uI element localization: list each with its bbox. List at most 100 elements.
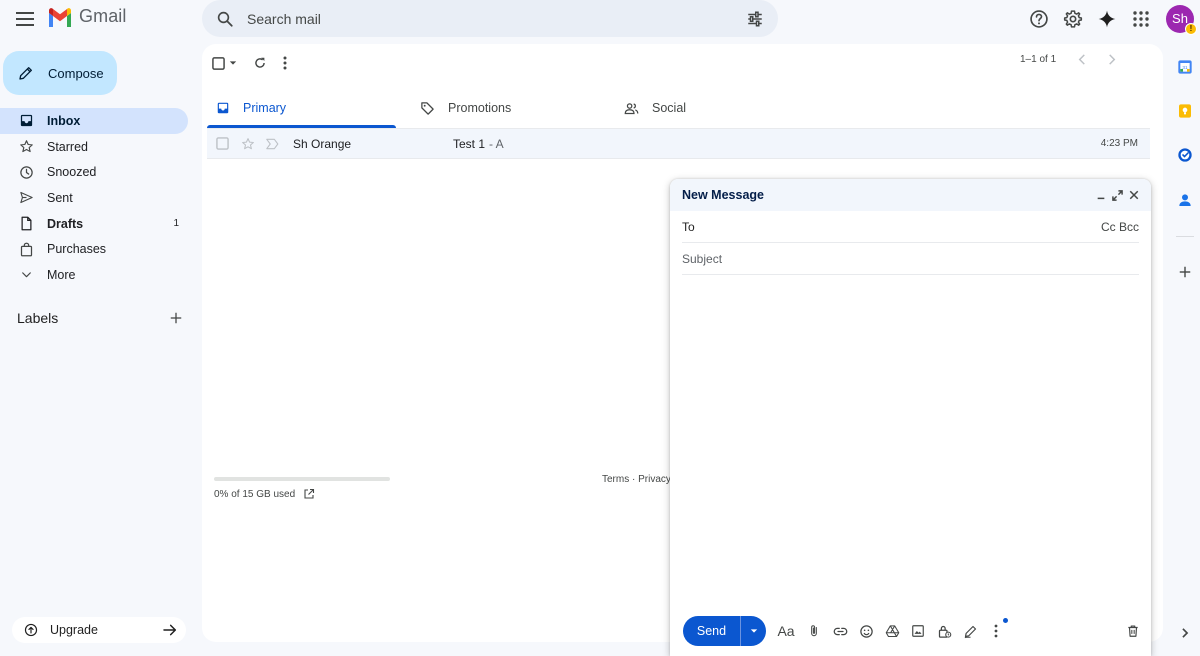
newer-button[interactable] — [1078, 54, 1086, 65]
avatar[interactable]: Sh ! — [1166, 4, 1197, 35]
full-screen-button[interactable] — [1112, 189, 1123, 201]
tag-icon — [421, 101, 434, 115]
insert-photo-button[interactable] — [910, 623, 926, 639]
search-icon[interactable] — [216, 10, 234, 28]
sidebar-item-label: Starred — [47, 139, 88, 154]
row-important-button[interactable] — [265, 138, 279, 150]
minimize-button[interactable] — [1096, 190, 1106, 200]
image-icon — [912, 625, 924, 637]
contacts-app-button[interactable] — [1176, 191, 1194, 209]
more-vertical-icon — [283, 56, 287, 70]
inbox-icon — [217, 102, 229, 114]
pencil-icon — [19, 67, 32, 80]
drafts-count: 1 — [173, 218, 179, 230]
to-field[interactable]: To Cc Bcc — [682, 211, 1139, 243]
search-options-icon[interactable] — [746, 10, 764, 28]
hamburger-icon — [16, 12, 34, 26]
tab-primary[interactable]: Primary — [207, 88, 411, 128]
message-body[interactable] — [682, 279, 1139, 606]
send-options-button[interactable] — [740, 616, 766, 646]
pen-icon — [964, 625, 976, 638]
insert-emoji-button[interactable] — [858, 623, 874, 639]
manage-storage-button[interactable] — [303, 488, 315, 500]
more-compose-options-button[interactable] — [988, 618, 1008, 639]
sidebar-item-label: More — [47, 267, 76, 282]
gmail-logo[interactable]: Gmail — [47, 6, 127, 27]
upgrade-label: Upgrade — [50, 623, 98, 637]
tasks-app-button[interactable] — [1176, 146, 1194, 164]
email-time: 4:23 PM — [1100, 138, 1138, 149]
settings-button[interactable] — [1056, 2, 1090, 36]
sidebar-item-starred[interactable]: Starred — [0, 134, 188, 160]
chevron-left-icon — [1078, 54, 1085, 65]
subject-field[interactable] — [682, 243, 1139, 275]
row-star-button[interactable] — [241, 137, 255, 151]
sparkle-icon — [1098, 10, 1116, 27]
upgrade-button[interactable]: Upgrade — [12, 617, 186, 643]
calendar-icon: 31 — [1178, 60, 1192, 74]
formatting-options-button[interactable]: Aa — [776, 623, 796, 639]
create-label-button[interactable] — [169, 311, 183, 325]
sidebar-item-more[interactable]: More — [0, 262, 188, 288]
caret-down-icon — [750, 629, 757, 633]
email-sender: Sh Orange — [293, 136, 352, 151]
close-compose-button[interactable] — [1129, 190, 1139, 200]
subject-input[interactable] — [682, 251, 1139, 266]
plus-icon — [170, 312, 182, 324]
sidebar-item-label: Sent — [47, 190, 73, 205]
side-panel-rail: 31 — [1170, 44, 1200, 656]
keep-app-button[interactable] — [1176, 102, 1194, 120]
show-side-panel-button[interactable] — [1176, 624, 1194, 642]
attach-files-button[interactable] — [806, 623, 822, 639]
storage-text: 0% of 15 GB used — [214, 488, 296, 500]
checkbox-icon — [212, 56, 225, 70]
main-menu-button[interactable] — [10, 4, 40, 34]
compose-window: New Message To Cc Bcc Send Aa — [670, 179, 1151, 656]
calendar-app-button[interactable]: 31 — [1176, 58, 1194, 76]
contacts-icon — [1179, 194, 1191, 206]
insert-link-button[interactable] — [832, 623, 848, 639]
older-button[interactable] — [1108, 54, 1116, 65]
sidebar-nav: Inbox Starred Snoozed Sent Drafts 1 Purc… — [0, 108, 188, 288]
cc-bcc-link[interactable]: Cc Bcc — [1101, 220, 1139, 234]
get-addons-button[interactable] — [1176, 263, 1194, 281]
confidential-mode-button[interactable] — [936, 623, 952, 639]
sidebar-item-sent[interactable]: Sent — [0, 185, 188, 211]
footer-links[interactable]: Terms · Privacy — [602, 474, 671, 485]
link-icon — [833, 627, 847, 635]
inbox-icon — [20, 115, 32, 127]
sidebar-item-purchases[interactable]: Purchases — [0, 236, 188, 262]
to-label: To — [682, 219, 695, 234]
discard-draft-button[interactable] — [1125, 623, 1141, 639]
search-bar[interactable] — [202, 0, 778, 37]
shopping-bag-icon — [20, 242, 32, 257]
apps-button[interactable] — [1124, 2, 1158, 36]
compose-header[interactable]: New Message — [670, 179, 1151, 211]
refresh-icon — [255, 57, 265, 68]
email-subject: Test 1 — [453, 136, 486, 151]
gemini-button[interactable] — [1090, 2, 1124, 36]
sidebar-item-label: Snoozed — [47, 165, 97, 180]
refresh-button[interactable] — [253, 56, 267, 70]
sidebar-item-inbox[interactable]: Inbox — [0, 108, 188, 134]
tab-social[interactable]: Social — [615, 88, 819, 128]
tab-promotions[interactable]: Promotions — [411, 88, 615, 128]
external-link-icon — [304, 488, 315, 499]
insert-drive-button[interactable] — [884, 623, 900, 639]
sidebar-item-label: Purchases — [47, 242, 107, 257]
help-icon — [1030, 9, 1048, 28]
tab-label: Promotions — [448, 101, 512, 115]
table-row[interactable]: Sh Orange Test 1 - A 4:23 PM — [207, 128, 1150, 159]
sidebar-item-snoozed[interactable]: Snoozed — [0, 159, 188, 185]
select-all-checkbox[interactable] — [212, 56, 237, 70]
paperclip-icon — [811, 625, 817, 637]
storage-meter — [214, 477, 390, 481]
send-button[interactable]: Send — [683, 616, 740, 646]
compose-button[interactable]: Compose — [3, 51, 117, 95]
sidebar-item-drafts[interactable]: Drafts 1 — [0, 211, 188, 237]
row-checkbox[interactable] — [216, 137, 229, 150]
more-options-button[interactable] — [283, 56, 287, 70]
support-button[interactable] — [1022, 2, 1056, 36]
search-input[interactable] — [247, 10, 746, 27]
insert-signature-button[interactable] — [962, 623, 978, 639]
